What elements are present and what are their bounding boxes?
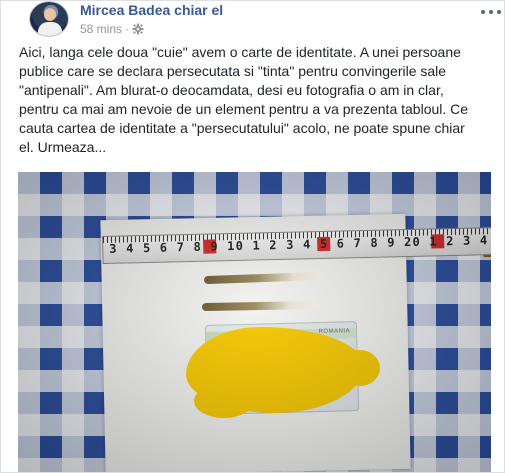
author-avatar[interactable] — [29, 1, 69, 37]
gear-icon[interactable] — [132, 23, 144, 35]
facebook-post: Mircea Badea chiar el 58 mins · Aici, la… — [0, 0, 505, 473]
avatar-shirt — [38, 22, 62, 36]
meta-separator: · — [125, 22, 130, 36]
blur-overlay-right — [340, 350, 380, 386]
timestamp-link[interactable]: 58 mins — [80, 22, 122, 36]
post-header: Mircea Badea chiar el 58 mins · — [29, 1, 501, 41]
post-photo[interactable]: 3 4 5 6 7 8 9 10 1 2 3 4 5 6 7 8 9 20 1 … — [18, 172, 491, 472]
author-name-link[interactable]: Mircea Badea chiar el — [80, 2, 223, 18]
blur-overlay-lower — [194, 384, 254, 418]
post-text: Aici, langa cele doua "cuie" avem o cart… — [19, 44, 469, 155]
more-options-icon[interactable] — [479, 4, 503, 20]
post-meta: 58 mins · — [80, 22, 144, 36]
avatar-face — [44, 8, 56, 21]
